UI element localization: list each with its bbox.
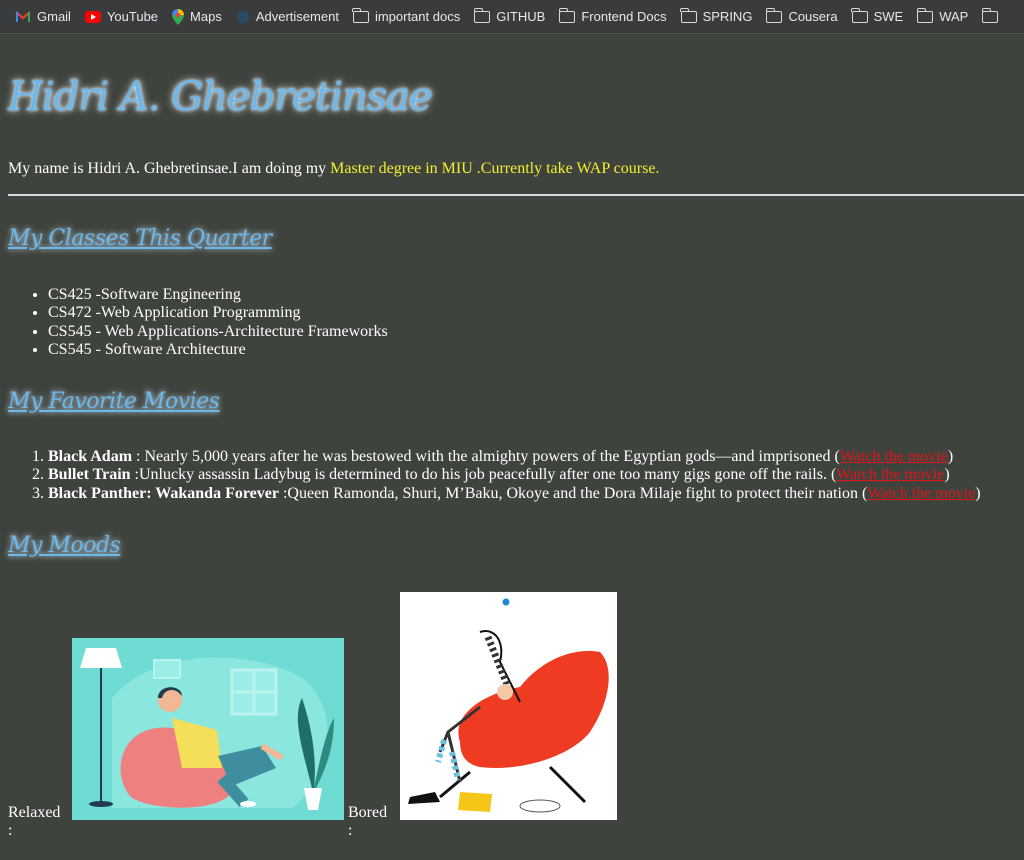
divider — [8, 194, 1024, 196]
movie-desc: :Unlucky assassin Ladybug is determined … — [130, 466, 837, 484]
bookmark-swe[interactable]: SWE — [851, 7, 904, 24]
folder-icon — [916, 7, 934, 23]
movie-item: Black Adam : Nearly 5,000 years after he… — [48, 448, 981, 466]
movie-item: Bullet Train :Unlucky assassin Ladybug i… — [48, 466, 981, 484]
class-item: CS545 - Web Applications-Architecture Fr… — [48, 323, 388, 341]
bookmark-youtube[interactable]: YouTube — [84, 9, 159, 24]
bookmark-overflow[interactable] — [981, 7, 999, 23]
movie-desc: :Queen Ramonda, Shuri, M’Baku, Okoye and… — [278, 484, 868, 502]
folder-icon — [352, 7, 369, 23]
intro-highlight: Master degree in MIU .Currently take WAP… — [330, 160, 660, 177]
folder-icon — [851, 7, 868, 23]
movies-list: Black Adam : Nearly 5,000 years after he… — [8, 448, 981, 503]
bookmark-wap[interactable]: WAP — [916, 7, 969, 24]
class-item: CS425 -Software Engineering — [48, 286, 388, 304]
close-paren: ) — [975, 484, 981, 502]
relaxed-image — [72, 638, 344, 820]
classes-list: CS425 -Software Engineering CS472 -Web A… — [8, 286, 388, 360]
bookmark-label: SWE — [873, 9, 904, 24]
globe-icon — [236, 10, 249, 23]
bored-illustration — [400, 592, 617, 820]
watch-movie-link[interactable]: Watch the movie — [836, 466, 944, 483]
bookmark-label: Cousera — [788, 9, 838, 24]
watch-movie-link[interactable]: Watch the movie — [867, 485, 975, 502]
bookmark-github[interactable]: GITHUB — [473, 7, 546, 24]
bookmark-label: GITHUB — [496, 9, 546, 24]
intro-paragraph: My name is Hidri A. Ghebretinsae.I am do… — [8, 160, 659, 178]
class-item: CS545 - Software Architecture — [48, 341, 388, 359]
bookmarks-bar: Gmail YouTube Maps Advertisement importa… — [0, 0, 1024, 34]
movie-title: Black Adam — [48, 448, 133, 465]
bookmark-gmail[interactable]: Gmail — [15, 9, 71, 24]
movie-desc: : Nearly 5,000 years after he was bestow… — [132, 448, 840, 465]
movie-item: Black Panther: Wakanda Forever :Queen Ra… — [48, 485, 981, 503]
movies-heading: My Favorite Movies — [8, 389, 220, 414]
bored-image — [400, 592, 617, 820]
close-paren: ) — [944, 466, 950, 484]
bookmark-label: WAP — [939, 9, 969, 24]
bookmark-maps[interactable]: Maps — [172, 8, 222, 25]
bookmark-label: SPRING — [702, 9, 753, 24]
bookmark-important-docs[interactable]: important docs — [352, 7, 461, 24]
bookmark-label: Frontend Docs — [581, 9, 667, 24]
maps-icon — [172, 8, 185, 25]
bookmark-advertisement[interactable]: Advertisement — [236, 9, 339, 24]
moods-heading: My Moods — [8, 533, 121, 558]
classes-heading: My Classes This Quarter — [8, 226, 272, 251]
relaxed-illustration — [72, 638, 344, 820]
bookmark-label: Gmail — [37, 9, 71, 24]
folder-icon — [473, 7, 491, 23]
gmail-icon — [15, 10, 31, 22]
watch-movie-link[interactable]: Watch the movie — [840, 448, 948, 465]
folder-icon — [558, 7, 576, 23]
movie-title: Black Panther: Wakanda Forever — [48, 484, 279, 502]
class-item: CS472 -Web Application Programming — [48, 304, 388, 322]
close-paren: ) — [947, 448, 954, 465]
movie-title: Bullet Train — [48, 466, 131, 484]
folder-icon — [981, 7, 999, 23]
folder-icon — [680, 7, 697, 23]
folder-icon — [765, 7, 783, 23]
bookmark-frontend-docs[interactable]: Frontend Docs — [558, 7, 667, 24]
bookmark-label: Maps — [190, 9, 222, 24]
bookmark-spring[interactable]: SPRING — [680, 7, 753, 24]
bored-label: Bored : — [348, 804, 388, 839]
bookmark-label: Advertisement — [255, 9, 339, 24]
bookmark-label: important docs — [374, 9, 461, 24]
page-title: Hidri A. Ghebretinsae — [8, 74, 433, 120]
bookmark-label: YouTube — [106, 9, 159, 24]
relaxed-label: Relaxed : — [8, 804, 61, 839]
intro-text: My name is Hidri A. Ghebretinsae.I am do… — [8, 160, 331, 177]
bookmark-cousera[interactable]: Cousera — [765, 7, 838, 24]
youtube-icon — [84, 10, 101, 23]
